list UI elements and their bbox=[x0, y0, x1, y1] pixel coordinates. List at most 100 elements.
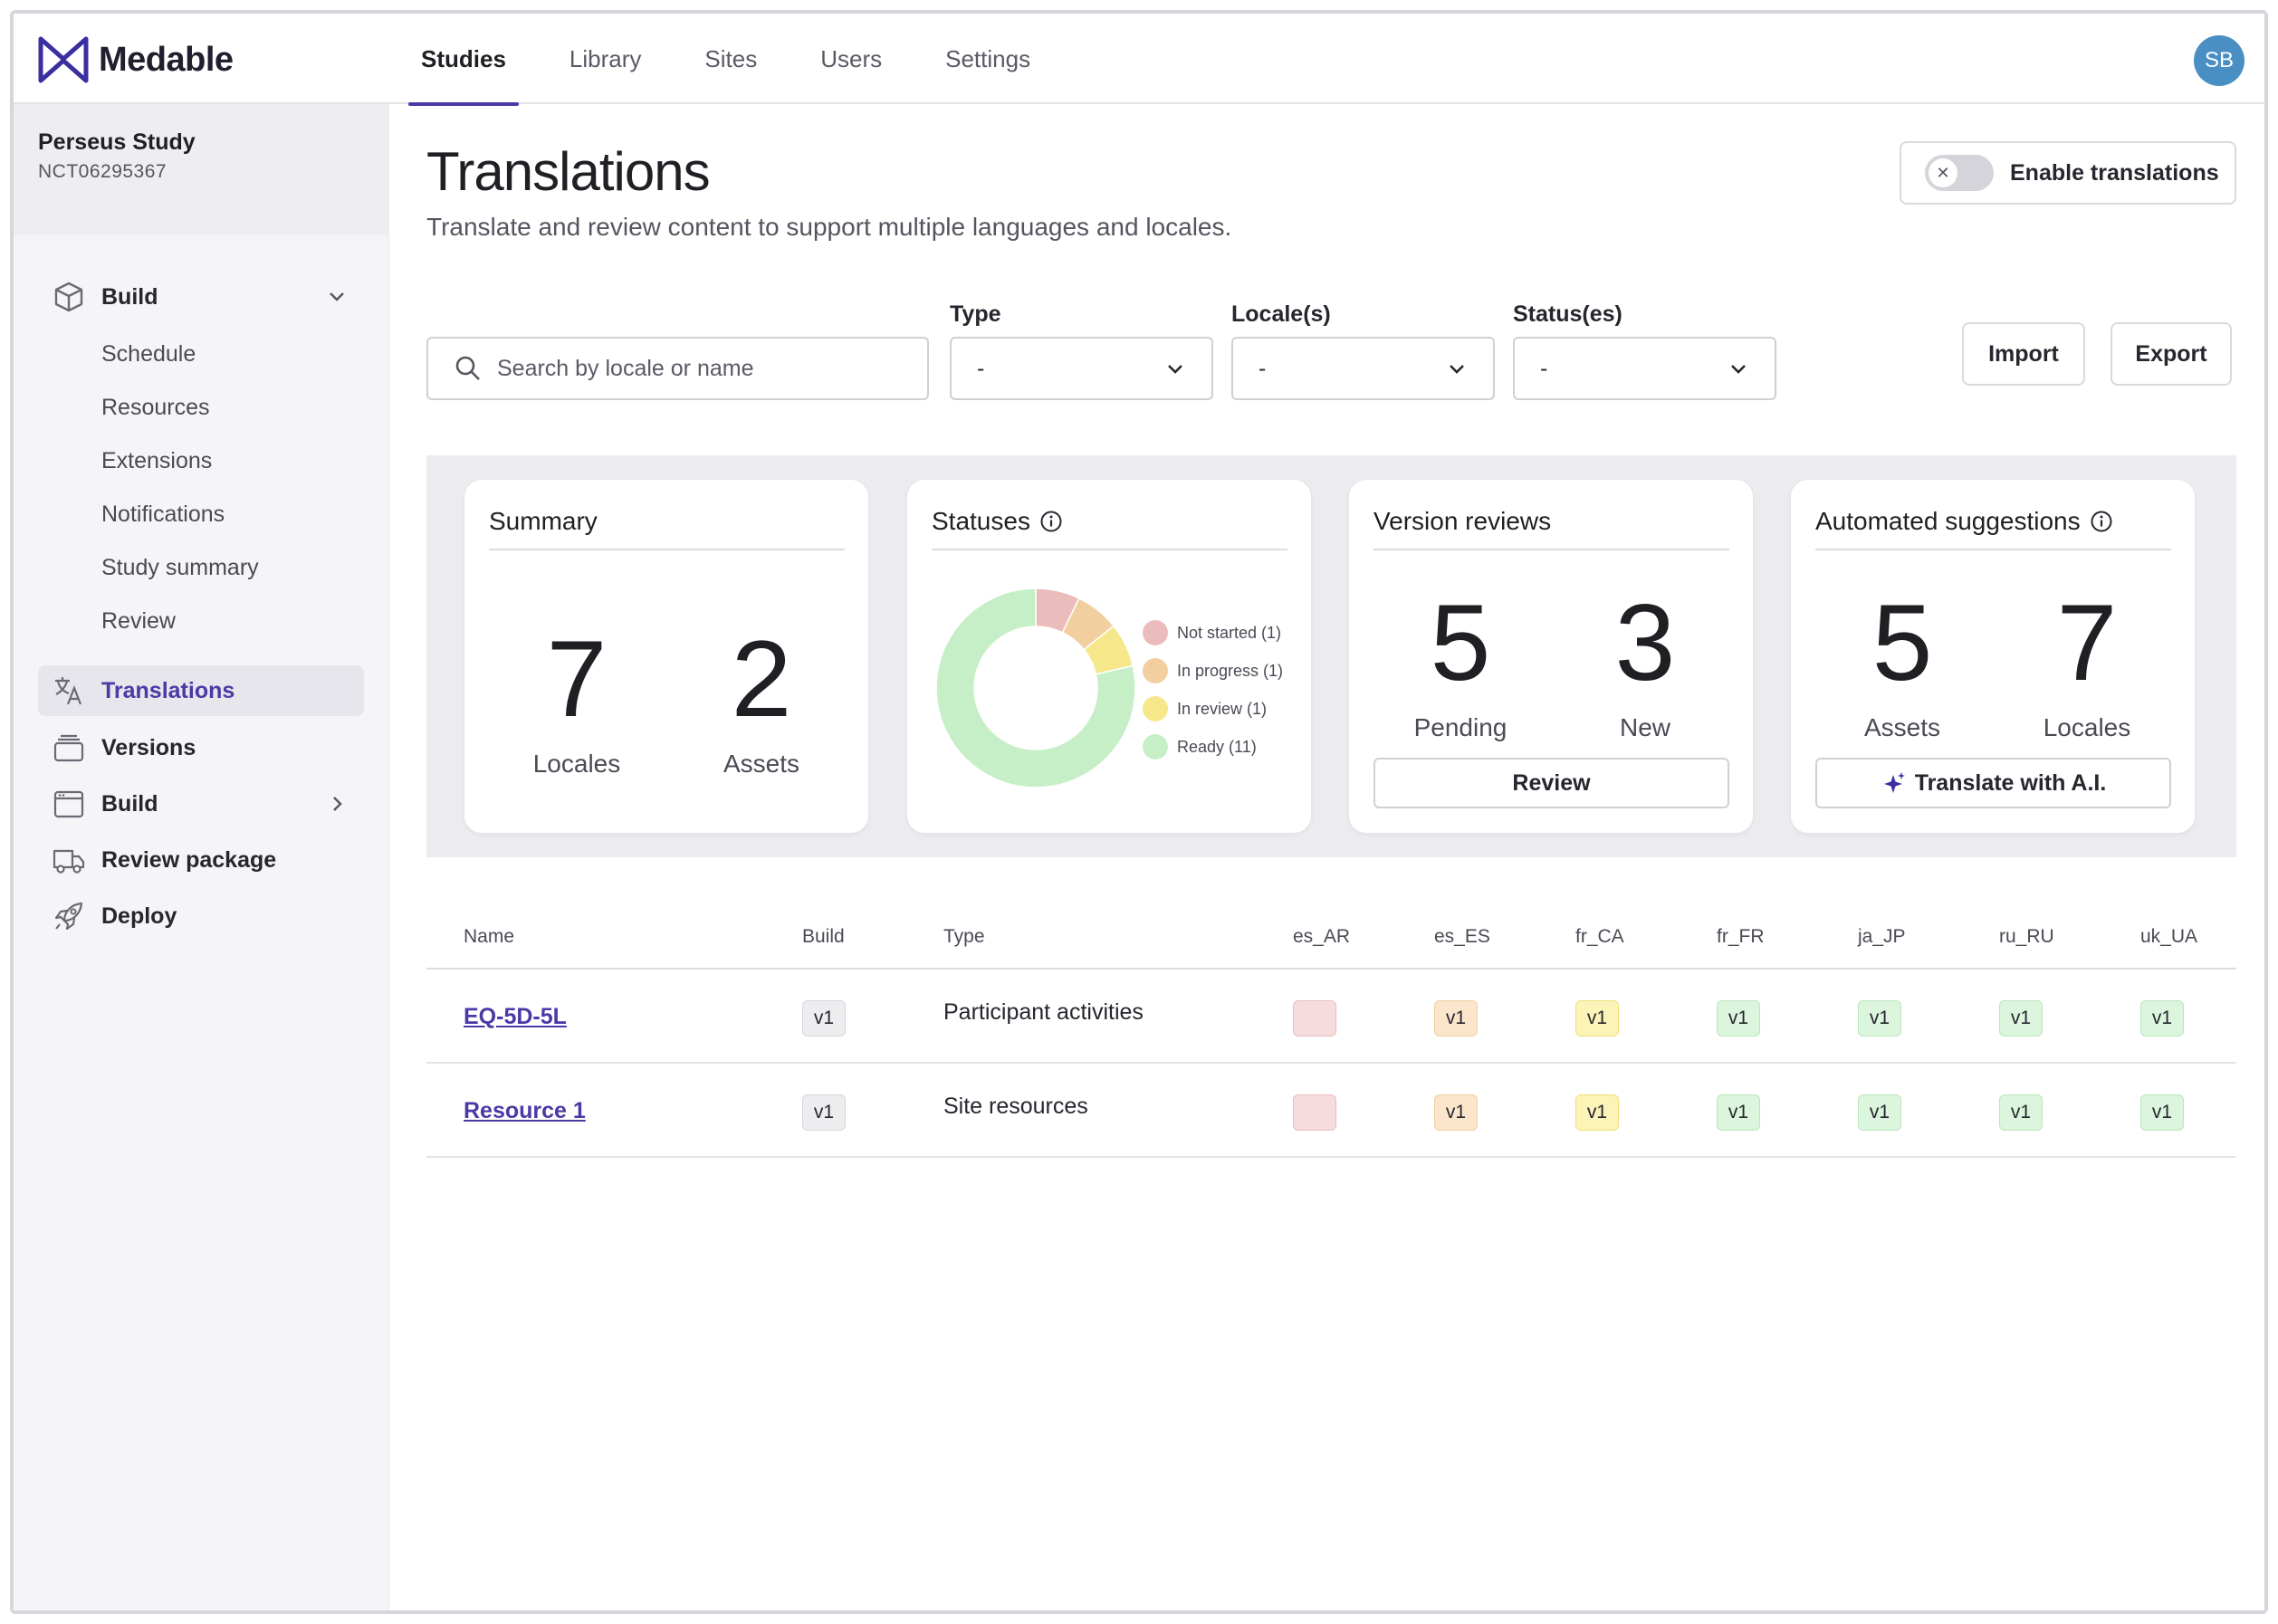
statuses-select[interactable]: - bbox=[1513, 337, 1776, 400]
locale-status-chip-ready[interactable]: v1 bbox=[2140, 1000, 2184, 1036]
card-title: Statuses bbox=[932, 507, 1287, 550]
locale-status-chip-in-progress[interactable]: v1 bbox=[1434, 1000, 1478, 1036]
search-field[interactable] bbox=[426, 337, 929, 400]
locale-status-chip-ready[interactable]: v1 bbox=[1717, 1094, 1760, 1131]
translate-with-ai-button[interactable]: Translate with A.I. bbox=[1815, 758, 2171, 808]
chevron-down-icon bbox=[1450, 365, 1464, 374]
translations-table: Name Build Type es_AR es_ES fr_CA fr_FR … bbox=[426, 910, 2236, 1158]
locale-status-chip-in-review[interactable]: v1 bbox=[1575, 1094, 1619, 1131]
sidebar-subitem-resources[interactable]: Resources bbox=[101, 395, 210, 421]
auto-assets-stat: 5 Assets bbox=[1812, 588, 1993, 742]
enable-translations-toggle[interactable]: ✕ Enable translations bbox=[1900, 141, 2236, 205]
column-header-build[interactable]: Build bbox=[802, 926, 845, 948]
column-header-fr-ca[interactable]: fr_CA bbox=[1575, 926, 1624, 948]
type-filter-label: Type bbox=[950, 301, 1001, 327]
locale-status-chip-in-review[interactable]: v1 bbox=[1575, 1000, 1619, 1036]
locale-status-chip-ready[interactable]: v1 bbox=[1717, 1000, 1760, 1036]
user-avatar[interactable]: SB bbox=[2194, 35, 2244, 86]
main-nav: Studies Library Sites Users Settings bbox=[408, 14, 1094, 106]
chevron-down-icon bbox=[1168, 365, 1182, 374]
sidebar-subitem-review[interactable]: Review bbox=[101, 608, 176, 635]
column-header-uk-ua[interactable]: uk_UA bbox=[2140, 926, 2197, 948]
sidebar-item-label: Review package bbox=[101, 846, 277, 873]
column-header-ja-jp[interactable]: ja_JP bbox=[1858, 926, 1906, 948]
chevron-down-icon bbox=[330, 292, 344, 301]
sparkle-icon bbox=[1883, 772, 1905, 793]
info-icon[interactable] bbox=[2090, 510, 2113, 533]
nav-tab-studies[interactable]: Studies bbox=[408, 14, 519, 106]
auto-assets-count: 5 bbox=[1871, 582, 1933, 703]
sidebar-item-deploy[interactable]: Deploy bbox=[38, 891, 364, 941]
locale-status-chip-ready[interactable]: v1 bbox=[1858, 1094, 1901, 1131]
sidebar-item-versions[interactable]: Versions bbox=[38, 722, 364, 773]
statuses-filter-label: Status(es) bbox=[1513, 301, 1622, 327]
sidebar-subitem-study-summary[interactable]: Study summary bbox=[101, 555, 259, 581]
asset-name-link[interactable]: Resource 1 bbox=[464, 1098, 586, 1124]
sidebar-item-build[interactable]: Build bbox=[38, 779, 364, 829]
locale-status-chip-not-started[interactable] bbox=[1293, 1094, 1336, 1131]
nav-tab-sites[interactable]: Sites bbox=[704, 14, 757, 104]
column-header-es-es[interactable]: es_ES bbox=[1434, 926, 1490, 948]
legend-label: In progress (1) bbox=[1177, 661, 1284, 680]
study-header: Perseus Study NCT06295367 bbox=[14, 104, 388, 235]
asset-type: Site resources bbox=[943, 1094, 1088, 1119]
new-count: 3 bbox=[1614, 582, 1676, 703]
locale-status-chip-not-started[interactable] bbox=[1293, 1000, 1336, 1036]
review-button[interactable]: Review bbox=[1374, 758, 1729, 808]
sidebar-item-label: Translations bbox=[101, 677, 235, 703]
nav-tab-library[interactable]: Library bbox=[570, 14, 641, 104]
locale-status-chip-ready[interactable]: v1 bbox=[2140, 1094, 2184, 1131]
export-button[interactable]: Export bbox=[2110, 322, 2232, 386]
asset-type: Participant activities bbox=[943, 999, 1144, 1025]
locale-status-chip-ready[interactable]: v1 bbox=[1999, 1094, 2043, 1131]
import-button[interactable]: Import bbox=[1962, 322, 2085, 386]
pending-stat: 5 Pending bbox=[1370, 588, 1551, 742]
locale-status-chip-in-progress[interactable]: v1 bbox=[1434, 1094, 1478, 1131]
new-label: New bbox=[1619, 713, 1670, 741]
browser-window-icon bbox=[51, 786, 87, 822]
table-row[interactable]: EQ-5D-5L v1 Participant activities v1 v1… bbox=[426, 970, 2236, 1064]
locale-status-chip-ready[interactable]: v1 bbox=[1999, 1000, 2043, 1036]
legend-swatch bbox=[1143, 696, 1168, 721]
column-header-name[interactable]: Name bbox=[464, 926, 514, 948]
asset-name-link[interactable]: EQ-5D-5L bbox=[464, 1004, 567, 1030]
build-version-badge: v1 bbox=[802, 1000, 846, 1036]
type-select[interactable]: - bbox=[950, 337, 1213, 400]
column-header-es-ar[interactable]: es_AR bbox=[1293, 926, 1350, 948]
search-input[interactable] bbox=[497, 355, 904, 382]
study-id: NCT06295367 bbox=[38, 161, 168, 182]
column-header-ru-ru[interactable]: ru_RU bbox=[1999, 926, 2054, 948]
sidebar-subitem-extensions[interactable]: Extensions bbox=[101, 448, 212, 474]
nav-tab-users[interactable]: Users bbox=[820, 14, 882, 104]
locales-select[interactable]: - bbox=[1231, 337, 1495, 400]
legend-swatch bbox=[1143, 658, 1168, 683]
column-header-fr-fr[interactable]: fr_FR bbox=[1717, 926, 1765, 948]
legend-item-ready: Ready (11) bbox=[1143, 728, 1283, 766]
close-icon: ✕ bbox=[1929, 158, 1957, 187]
sidebar-item-translations[interactable]: Translations bbox=[38, 665, 364, 716]
locales-count: 7 bbox=[546, 618, 608, 740]
rocket-icon bbox=[51, 898, 87, 934]
sidebar-item-review-package[interactable]: Review package bbox=[38, 835, 364, 885]
sidebar-item-build-group[interactable]: Build bbox=[38, 272, 364, 322]
card-title: Automated suggestions bbox=[1815, 507, 2171, 550]
sidebar-subitem-notifications[interactable]: Notifications bbox=[101, 502, 225, 528]
enable-translations-label: Enable translations bbox=[2010, 159, 2219, 186]
toggle-switch[interactable]: ✕ bbox=[1925, 155, 1994, 191]
brand-logo[interactable]: Medable bbox=[37, 33, 234, 86]
nav-tab-settings[interactable]: Settings bbox=[945, 14, 1030, 104]
auto-locales-count: 7 bbox=[2056, 582, 2118, 703]
assets-stat: 2 Assets bbox=[671, 625, 852, 779]
translate-icon bbox=[51, 673, 87, 709]
info-icon[interactable] bbox=[1039, 510, 1063, 533]
sidebar-item-label: Build bbox=[101, 790, 158, 817]
column-header-type[interactable]: Type bbox=[943, 926, 985, 948]
legend-item-in-progress: In progress (1) bbox=[1143, 652, 1283, 690]
table-row[interactable]: Resource 1 v1 Site resources v1 v1 v1 v1… bbox=[426, 1064, 2236, 1158]
legend-item-not-started: Not started (1) bbox=[1143, 614, 1283, 652]
auto-assets-label: Assets bbox=[1863, 713, 1941, 741]
locale-status-chip-ready[interactable]: v1 bbox=[1858, 1000, 1901, 1036]
sidebar-subitem-schedule[interactable]: Schedule bbox=[101, 341, 196, 368]
study-name: Perseus Study bbox=[38, 129, 196, 155]
status-legend: Not started (1) In progress (1) In revie… bbox=[1143, 614, 1283, 766]
